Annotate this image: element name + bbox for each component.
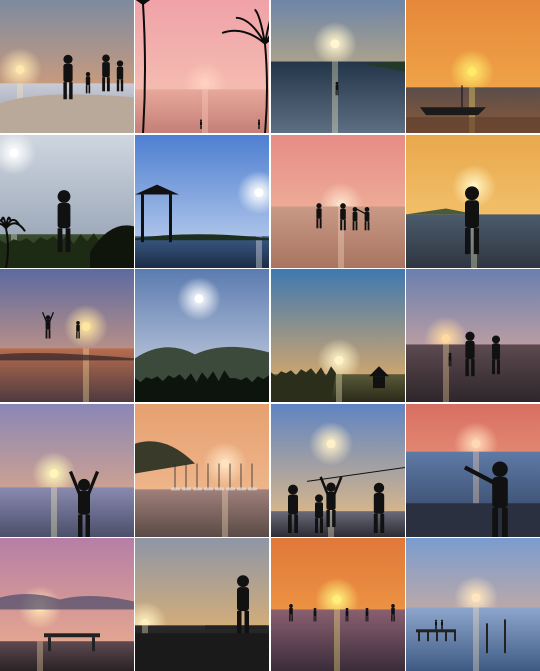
photo-tile[interactable] [270, 269, 405, 402]
photo-tile[interactable] [0, 538, 134, 671]
photo-tile[interactable] [270, 403, 405, 537]
sunset-photo [135, 538, 270, 671]
sunset-photo [0, 134, 134, 268]
sunset-photo [135, 134, 270, 268]
photo-tile[interactable] [270, 538, 405, 671]
sun [471, 593, 481, 603]
sunset-photo [405, 134, 540, 268]
photo-tile[interactable] [405, 538, 540, 671]
photo-grid [0, 0, 540, 671]
sun-reflection [442, 344, 449, 402]
sunset-photo [405, 0, 540, 133]
sunset-photo [270, 269, 405, 402]
sun-reflection [51, 486, 57, 537]
sunset-photo [270, 0, 405, 133]
sun [467, 66, 477, 76]
sunset-photo [135, 269, 270, 402]
sun [326, 438, 336, 448]
sun [15, 65, 25, 74]
sunset-photo [270, 134, 405, 268]
photo-tile[interactable] [135, 0, 270, 133]
sunset-photo [135, 0, 270, 133]
photo-tile[interactable] [135, 134, 270, 268]
photo-tile[interactable] [405, 134, 540, 268]
sun [441, 334, 451, 343]
photo-tile[interactable] [405, 269, 540, 402]
photo-tile[interactable] [0, 403, 134, 537]
sun [9, 147, 19, 157]
sun-reflection [222, 488, 229, 537]
pier [44, 633, 100, 638]
sun-reflection [202, 89, 209, 133]
boat [419, 107, 486, 116]
sun-reflection [256, 235, 263, 268]
sunset-photo [405, 403, 540, 537]
photo-tile[interactable] [0, 269, 134, 402]
ground [135, 235, 270, 268]
sun [220, 458, 230, 468]
sun [334, 355, 344, 365]
photo-tile[interactable] [405, 403, 540, 537]
sun [332, 595, 342, 605]
sun [330, 39, 340, 49]
sun [49, 468, 59, 478]
sunset-photo [0, 403, 134, 537]
sunset-photo [0, 269, 134, 402]
photo-tile[interactable] [0, 134, 134, 268]
photo-tile[interactable] [270, 134, 405, 268]
sun [254, 187, 264, 197]
ground [135, 488, 270, 537]
sunset-photo [0, 0, 134, 133]
sunset-photo [405, 269, 540, 402]
sunset-photo [135, 403, 270, 537]
sun-reflection [331, 61, 338, 133]
sun [194, 294, 204, 304]
sunset-photo [0, 538, 134, 671]
sun-reflection [37, 641, 43, 671]
sun [81, 322, 91, 332]
photo-tile[interactable] [135, 538, 270, 671]
photo-tile[interactable] [405, 0, 540, 133]
sun-reflection [335, 374, 342, 402]
sunset-photo [405, 538, 540, 671]
photo-tile[interactable] [0, 0, 134, 133]
ground [0, 486, 134, 537]
sun-reflection [333, 609, 340, 671]
sunset-photo [270, 403, 405, 537]
sun [471, 438, 481, 448]
photo-tile[interactable] [135, 269, 270, 402]
photo-tile[interactable] [270, 0, 405, 133]
ground [0, 641, 134, 671]
sunset-photo [270, 538, 405, 671]
photo-tile[interactable] [135, 403, 270, 537]
sun-reflection [472, 607, 479, 671]
sun [200, 78, 210, 88]
